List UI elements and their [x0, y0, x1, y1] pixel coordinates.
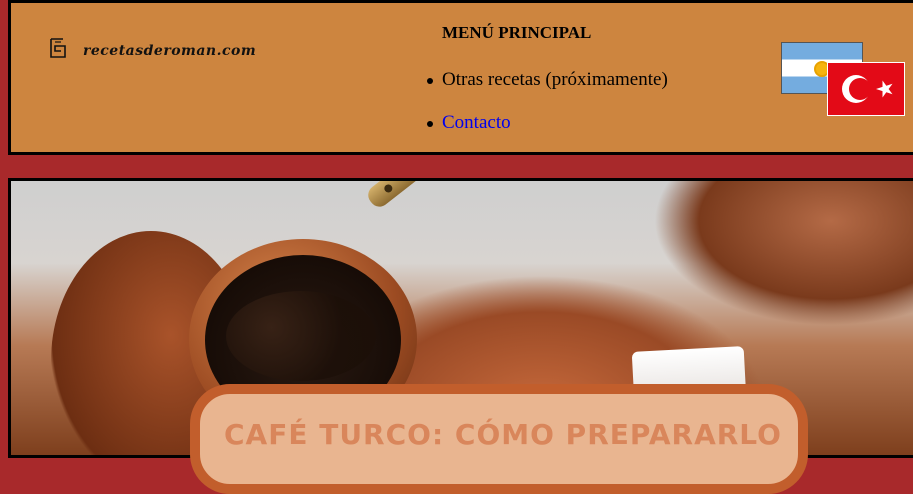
- menu-item-contact[interactable]: Contacto: [427, 112, 668, 134]
- recipe-title-box: CAFÉ TURCO: CÓMO PREPARARLO: [190, 384, 808, 494]
- menu-item-other-recipes: Otras recetas (próximamente): [427, 69, 668, 91]
- coffee-foam: [226, 291, 376, 381]
- logo-text: recetasderoman.com: [83, 43, 257, 59]
- recipe-title: CAFÉ TURCO: CÓMO PREPARARLO: [224, 418, 782, 451]
- main-menu: Otras recetas (próximamente) Contacto: [427, 69, 668, 155]
- turkey-flag-icon[interactable]: [827, 62, 905, 116]
- menu-item-label: Otras recetas (próximamente): [442, 69, 668, 90]
- site-header: recetasderoman.com MENÚ PRINCIPAL Otras …: [8, 0, 913, 155]
- book-icon: [50, 38, 66, 58]
- coffee-pot-handle: [364, 181, 481, 211]
- contact-link[interactable]: Contacto: [442, 112, 511, 133]
- crescent-star-icon: [842, 75, 893, 103]
- main-menu-title: MENÚ PRINCIPAL: [442, 23, 592, 42]
- site-logo[interactable]: recetasderoman.com: [49, 37, 256, 59]
